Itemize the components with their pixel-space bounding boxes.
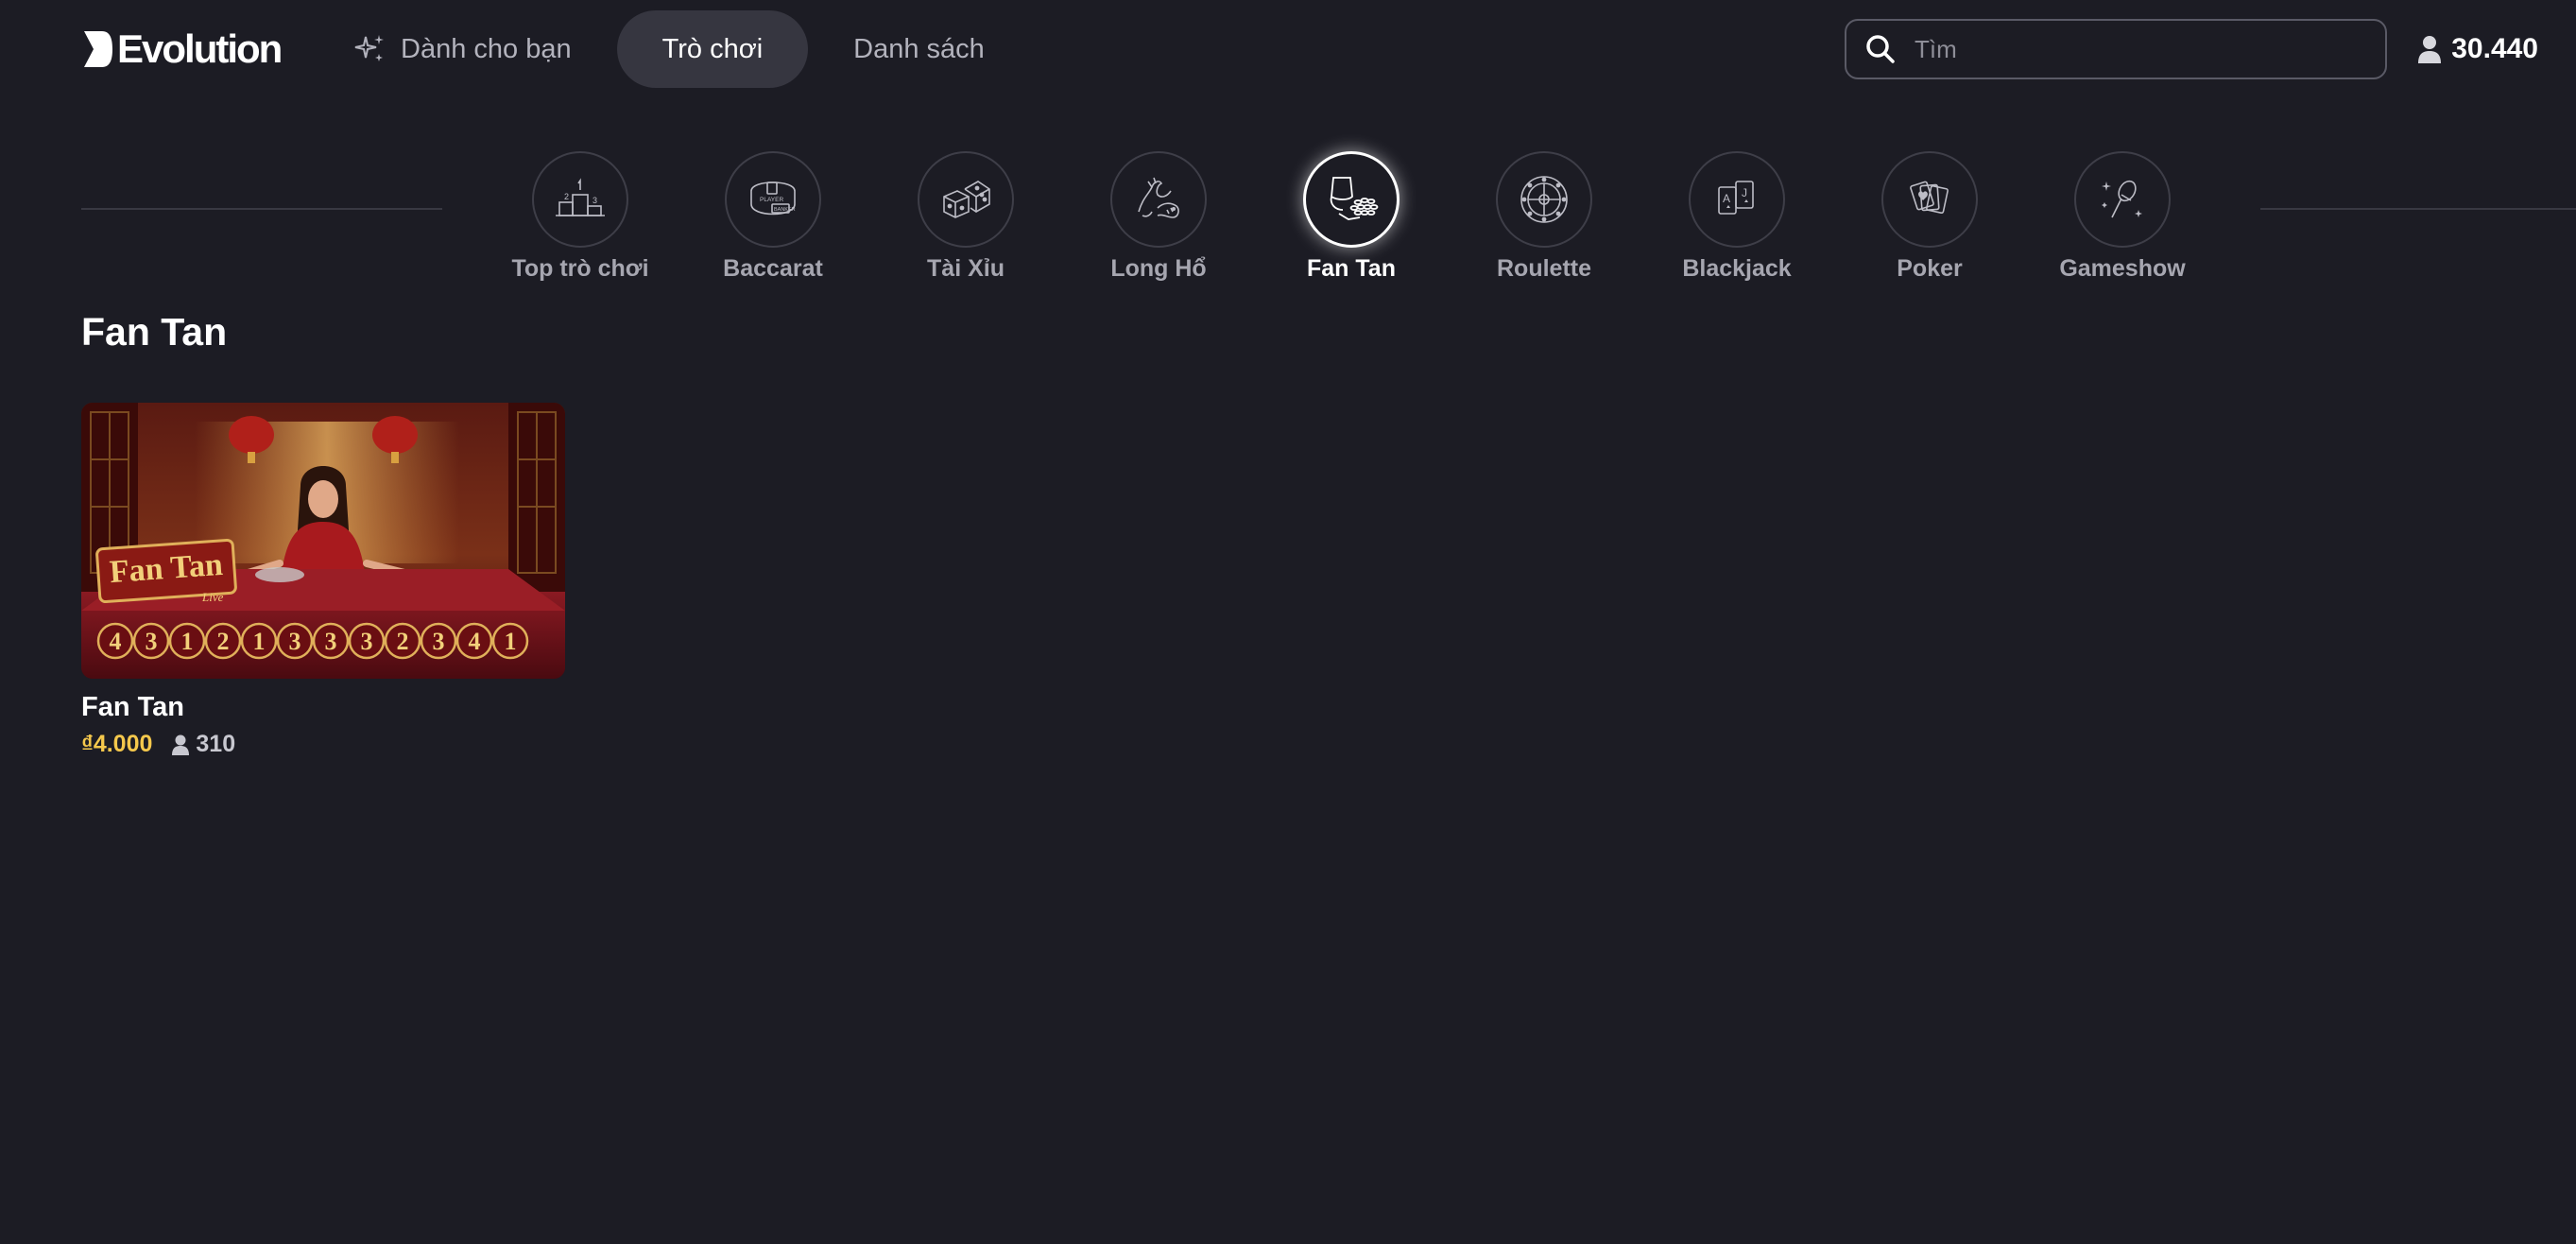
category-gameshow[interactable]: Gameshow xyxy=(2028,151,2217,283)
fan-tan-cup-icon xyxy=(1330,177,1379,220)
nav-games-label: Trò chơi xyxy=(661,33,764,64)
svg-text:2: 2 xyxy=(564,192,569,201)
search-box[interactable] xyxy=(1845,19,2387,79)
dragon-tiger-icon xyxy=(1138,177,1179,218)
category-roulette[interactable]: Roulette xyxy=(1450,151,1639,283)
brand-name: Evolution xyxy=(117,26,283,71)
category-poker[interactable]: Poker xyxy=(1835,151,2024,283)
result-number: 4 xyxy=(110,628,122,655)
svg-text:J: J xyxy=(1742,186,1747,199)
nav-lists-label: Danh sách xyxy=(853,33,985,64)
category-label: Baccarat xyxy=(723,255,823,282)
category-top-games[interactable]: 2 3 Top trò chơi xyxy=(486,151,675,283)
game-meta: ₫4.000 310 xyxy=(81,731,565,758)
category-label: Long Hổ xyxy=(1110,255,1207,282)
user-icon xyxy=(172,734,190,755)
user-icon xyxy=(2418,36,2442,63)
result-number: 3 xyxy=(146,628,158,655)
result-number: 3 xyxy=(433,628,445,655)
search-icon xyxy=(1866,35,1895,63)
game-player-count: 310 xyxy=(171,731,235,758)
nav-for-you[interactable]: Dành cho bạn xyxy=(333,10,617,88)
category-label: Roulette xyxy=(1497,255,1591,282)
nav-for-you-label: Dành cho bạn xyxy=(401,33,572,64)
category-icon-circle xyxy=(1881,151,1978,248)
roulette-wheel-icon xyxy=(1520,176,1568,223)
evolution-logo[interactable]: Evolution xyxy=(81,25,283,74)
playing-cards-icon: A J xyxy=(1718,181,1754,215)
result-number: 2 xyxy=(217,628,230,655)
thumbnail-logo-subtext: Live xyxy=(201,590,224,604)
game-card-fan-tan[interactable]: Fan Tan Live 431213332341 Fan Tan ₫4.000… xyxy=(81,403,565,758)
svg-text:3: 3 xyxy=(592,196,597,205)
search-input[interactable] xyxy=(1913,23,2366,76)
category-label: Tài Xỉu xyxy=(927,255,1005,282)
result-number: 3 xyxy=(289,628,301,655)
category-blackjack[interactable]: A J Blackjack xyxy=(1642,151,1831,283)
baccarat-table-icon: PLAYER BANKER xyxy=(750,181,796,216)
nav-games[interactable]: Trò chơi xyxy=(616,10,809,88)
category-long-ho[interactable]: Long Hổ xyxy=(1064,151,1253,283)
category-icon-circle xyxy=(2074,151,2171,248)
podium-icon: 2 3 xyxy=(556,178,605,216)
category-icon-circle: 2 3 xyxy=(532,151,628,248)
category-icon-circle xyxy=(1110,151,1207,248)
svg-text:PLAYER: PLAYER xyxy=(760,197,783,203)
category-icon-circle xyxy=(1303,151,1400,248)
category-icon-circle: PLAYER BANKER xyxy=(725,151,821,248)
evolution-logo-icon xyxy=(84,31,112,67)
result-number: 1 xyxy=(181,628,194,655)
main-nav: Dành cho bạn Trò chơi Danh sách xyxy=(333,10,1030,88)
game-min-bet: ₫4.000 xyxy=(81,731,153,757)
category-bar: 2 3 Top trò chơi PLAYER BANKER Baccarat xyxy=(0,151,2576,293)
category-fan-tan[interactable]: Fan Tan xyxy=(1257,151,1446,283)
players-value: 310 xyxy=(196,731,236,757)
top-header: Evolution Dành cho bạn Trò chơi Danh sác… xyxy=(0,0,2576,98)
result-number: 3 xyxy=(361,628,373,655)
player-balance: 30.440 xyxy=(2417,26,2538,72)
category-tai-xiu[interactable]: Tài Xỉu xyxy=(871,151,1060,283)
category-label: Poker xyxy=(1897,255,1963,282)
svg-text:BANKER: BANKER xyxy=(774,207,796,213)
balance-value: 30.440 xyxy=(2451,33,2538,64)
result-number: 2 xyxy=(397,628,409,655)
result-number: 4 xyxy=(469,628,481,655)
section-title: Fan Tan xyxy=(81,310,228,354)
category-icon-circle xyxy=(1496,151,1592,248)
category-label: Gameshow xyxy=(2059,255,2186,282)
category-icon-circle xyxy=(918,151,1014,248)
dice-icon xyxy=(943,181,990,218)
category-label: Top trò chơi xyxy=(511,255,649,282)
microphone-icon xyxy=(2102,180,2142,218)
nav-lists[interactable]: Danh sách xyxy=(808,10,1030,88)
category-label: Blackjack xyxy=(1682,255,1792,282)
category-label: Fan Tan xyxy=(1307,255,1396,282)
result-number: 3 xyxy=(325,628,337,655)
category-baccarat[interactable]: PLAYER BANKER Baccarat xyxy=(678,151,867,283)
game-title: Fan Tan xyxy=(81,692,185,722)
sparkles-icon xyxy=(354,35,384,61)
result-number: 1 xyxy=(505,628,517,655)
svg-text:A: A xyxy=(1723,192,1730,205)
game-thumbnail[interactable]: Fan Tan Live 431213332341 xyxy=(81,403,565,679)
category-icon-circle: A J xyxy=(1689,151,1785,248)
result-number: 1 xyxy=(253,628,266,655)
poker-cards-icon xyxy=(1910,181,1949,215)
